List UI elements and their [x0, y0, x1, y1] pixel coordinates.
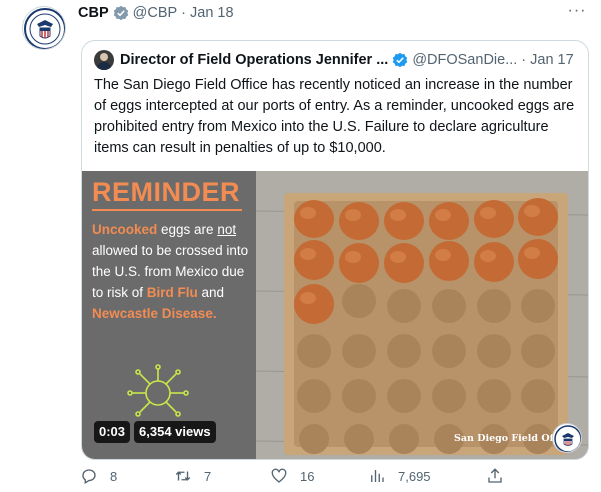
tweet-date[interactable]: Jan 18 [190, 5, 234, 21]
quoted-tweet-text: The San Diego Field Office has recently … [94, 77, 575, 156]
quoted-author-handle: @DFOSanDie... [412, 52, 518, 68]
share-button[interactable] [486, 466, 516, 486]
quoted-avatar[interactable] [94, 50, 114, 70]
seal-icon [24, 8, 65, 49]
retweet-icon [175, 471, 191, 481]
reminder-text: Uncooked eggs are not allowed to be cros… [92, 222, 249, 321]
separator: · [521, 52, 527, 68]
author-name[interactable]: CBP [78, 5, 109, 21]
quoted-tweet-header: Director of Field Operations Jennifer ..… [94, 50, 578, 70]
heading-underline [92, 209, 242, 211]
view-count: 7,695 [398, 468, 431, 484]
virus-icon [127, 364, 189, 417]
egg-carton-photo [256, 171, 588, 459]
quoted-author-name: Director of Field Operations Jennifer ..… [120, 52, 389, 68]
watermark-seal [552, 423, 582, 453]
more-options-button[interactable]: ··· [566, 3, 588, 19]
retweet-count: 7 [204, 468, 212, 484]
views-button[interactable]: 7,695 [368, 466, 431, 486]
video-overlay: 0:03 6,354 views [94, 421, 216, 443]
reply-button[interactable]: 8 [80, 466, 117, 486]
tweet-header: CBP @CBP · Jan 18 [78, 4, 234, 22]
analytics-icon [371, 470, 384, 482]
like-icon [271, 468, 287, 483]
avatar[interactable] [22, 6, 66, 50]
video-view-count: 6,354 views [134, 421, 216, 443]
tweet[interactable]: CBP @CBP · Jan 18 ··· Director of Field … [0, 0, 601, 492]
like-count: 16 [300, 468, 315, 484]
video-player[interactable]: REMINDER Uncooked eggs are not allowed t… [82, 171, 588, 459]
action-bar: 8 7 16 7,695 [80, 466, 510, 486]
video-time: 0:03 [94, 421, 131, 443]
quoted-tweet[interactable]: Director of Field Operations Jennifer ..… [81, 40, 589, 460]
separator: · [181, 5, 187, 21]
reminder-panel: REMINDER Uncooked eggs are not allowed t… [82, 171, 256, 459]
retweet-button[interactable]: 7 [174, 466, 211, 486]
reply-icon [82, 469, 96, 484]
reply-count: 8 [110, 468, 118, 484]
reminder-heading: REMINDER [92, 177, 241, 207]
share-icon [488, 468, 502, 483]
like-button[interactable]: 16 [270, 466, 314, 486]
author-handle[interactable]: @CBP [133, 5, 178, 21]
verified-gray-icon [113, 5, 128, 21]
verified-blue-icon [393, 52, 408, 68]
quoted-date: Jan 17 [530, 52, 574, 68]
